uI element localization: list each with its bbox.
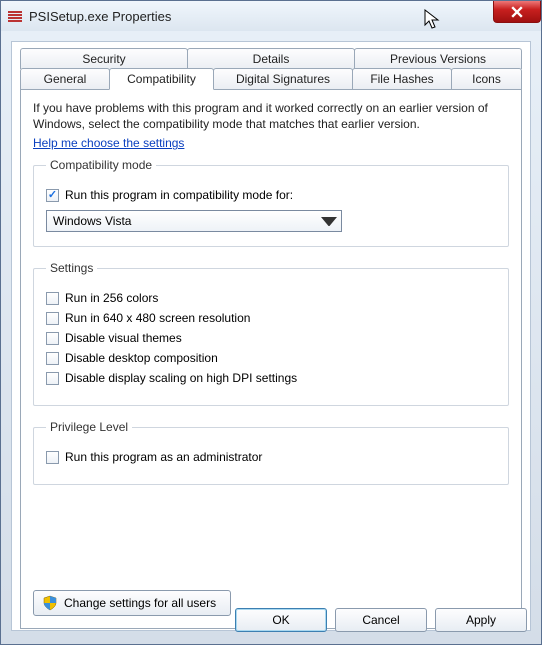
chevron-down-icon	[321, 213, 337, 229]
tab-panel-compatibility: If you have problems with this program a…	[20, 89, 522, 629]
change-settings-all-users-button[interactable]: Change settings for all users	[33, 590, 231, 616]
app-icon	[7, 8, 23, 24]
window-title: PSISetup.exe Properties	[29, 9, 171, 24]
apply-button[interactable]: Apply	[435, 608, 527, 632]
legend-settings: Settings	[46, 261, 97, 275]
group-privilege-level: Privilege Level Run this program as an a…	[33, 420, 509, 485]
tab-row-lower: General Compatibility Digital Signatures…	[20, 68, 522, 89]
label-compat-mode: Run this program in compatibility mode f…	[65, 188, 293, 202]
tab-file-hashes[interactable]: File Hashes	[352, 68, 452, 89]
mouse-cursor-icon	[424, 9, 442, 31]
label-256-colors: Run in 256 colors	[65, 291, 158, 305]
checkbox-disable-composition[interactable]	[46, 352, 59, 365]
titlebar[interactable]: PSISetup.exe Properties	[1, 1, 541, 31]
label-640x480: Run in 640 x 480 screen resolution	[65, 311, 250, 325]
label-disable-themes: Disable visual themes	[65, 331, 182, 345]
tab-previous-versions[interactable]: Previous Versions	[354, 48, 522, 69]
legend-privilege-level: Privilege Level	[46, 420, 132, 434]
checkbox-compat-mode[interactable]	[46, 189, 59, 202]
combo-os-version[interactable]: Windows Vista	[46, 210, 342, 232]
tab-security[interactable]: Security	[20, 48, 188, 69]
legend-compatibility-mode: Compatibility mode	[46, 158, 156, 172]
label-disable-composition: Disable desktop composition	[65, 351, 218, 365]
tab-icons[interactable]: Icons	[451, 68, 522, 89]
tab-digital-signatures[interactable]: Digital Signatures	[213, 68, 353, 89]
tab-row-upper: Security Details Previous Versions	[20, 48, 522, 69]
group-settings: Settings Run in 256 colors Run in 640 x …	[33, 261, 509, 406]
checkbox-256-colors[interactable]	[46, 292, 59, 305]
ok-button[interactable]: OK	[235, 608, 327, 632]
dialog-content: Security Details Previous Versions Gener…	[11, 41, 531, 631]
label-disable-dpi-scaling: Disable display scaling on high DPI sett…	[65, 371, 297, 385]
properties-window: PSISetup.exe Properties Security Details…	[0, 0, 542, 645]
intro-text: If you have problems with this program a…	[33, 100, 509, 132]
close-button[interactable]	[493, 1, 541, 23]
change-settings-all-users-label: Change settings for all users	[64, 596, 216, 610]
checkbox-disable-themes[interactable]	[46, 332, 59, 345]
dialog-footer: OK Cancel Apply	[235, 608, 527, 632]
help-link[interactable]: Help me choose the settings	[33, 136, 184, 150]
cancel-button[interactable]: Cancel	[335, 608, 427, 632]
shield-icon	[42, 595, 58, 611]
tab-details[interactable]: Details	[187, 48, 355, 69]
group-compatibility-mode: Compatibility mode Run this program in c…	[33, 158, 509, 247]
combo-os-version-value: Windows Vista	[53, 214, 131, 228]
tab-compatibility[interactable]: Compatibility	[109, 68, 214, 90]
tab-general[interactable]: General	[20, 68, 110, 89]
checkbox-640x480[interactable]	[46, 312, 59, 325]
checkbox-run-as-admin[interactable]	[46, 451, 59, 464]
close-icon	[511, 6, 523, 18]
label-run-as-admin: Run this program as an administrator	[65, 450, 262, 464]
checkbox-disable-dpi-scaling[interactable]	[46, 372, 59, 385]
